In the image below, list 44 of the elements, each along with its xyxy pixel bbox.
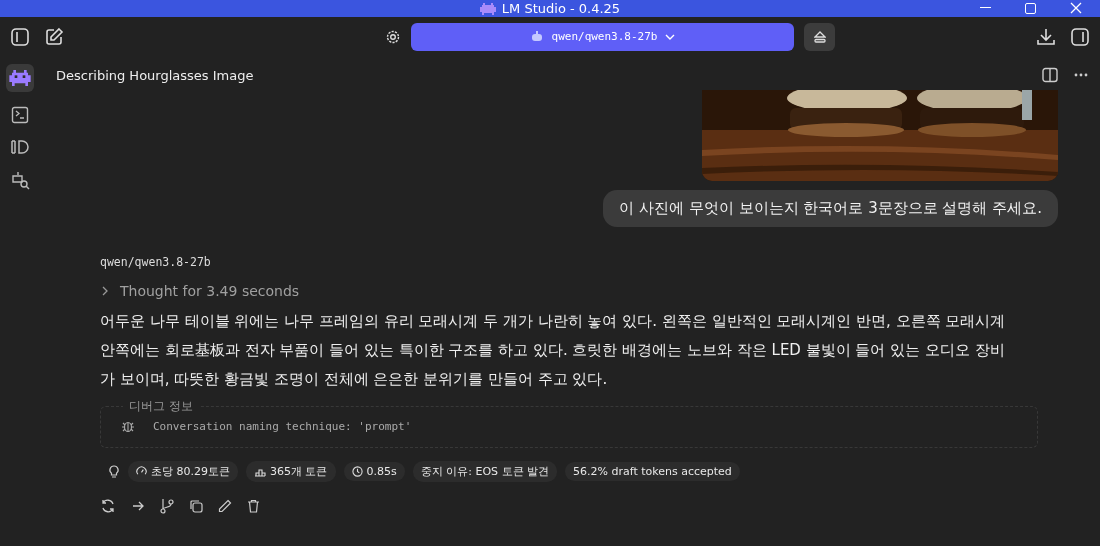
chevron-right-icon bbox=[100, 286, 110, 296]
edit-pencil-icon[interactable] bbox=[218, 499, 232, 513]
app-logo-icon bbox=[479, 3, 496, 15]
debug-legend: 디버그 정보 bbox=[123, 398, 199, 415]
model-selector[interactable]: qwen/qwen3.8-27b bbox=[411, 22, 794, 51]
stat-chip: 0.85s bbox=[343, 462, 405, 481]
chevron-down-icon bbox=[665, 32, 676, 41]
right-panel-icon[interactable] bbox=[1070, 26, 1090, 47]
settings-icon[interactable] bbox=[385, 28, 401, 45]
chat-nav-item[interactable] bbox=[6, 64, 34, 92]
stat-chip: 365개 토큰 bbox=[246, 461, 336, 482]
new-chat-icon[interactable] bbox=[44, 26, 64, 47]
eject-icon bbox=[813, 30, 826, 43]
copy-icon[interactable] bbox=[189, 499, 203, 513]
model-name: qwen/qwen3.8-27b bbox=[100, 255, 212, 269]
split-view-icon[interactable] bbox=[1042, 67, 1058, 83]
bug-icon bbox=[121, 419, 135, 433]
debug-text: Conversation naming technique: 'prompt' bbox=[153, 419, 412, 433]
window-title: LM Studio - 0.4.25 bbox=[501, 2, 621, 16]
more-icon[interactable] bbox=[1074, 73, 1088, 77]
user-message-bubble: 이 사진에 무엇이 보이는지 한국어로 3문장으로 설명해 주세요. bbox=[603, 190, 1058, 227]
eject-button[interactable] bbox=[804, 22, 835, 51]
branch-icon[interactable] bbox=[160, 498, 174, 514]
bars-icon bbox=[254, 466, 266, 477]
stat-chip: 56.2% draft tokens accepted bbox=[565, 462, 740, 481]
delete-icon[interactable] bbox=[247, 499, 260, 513]
lightbulb-icon[interactable] bbox=[108, 464, 120, 479]
robot-search-icon[interactable] bbox=[10, 170, 30, 190]
maximize-icon[interactable] bbox=[1025, 3, 1036, 14]
robot-icon bbox=[529, 30, 544, 43]
assistant-response: 어두운 나무 테이블 위에는 나무 프레임의 유리 모래시계 두 개가 나란히 놓여 있다. 왼쪽은 일반적인 모래시계인 반면, 오른쪽 모래시계 안쪽에는 회로基板과 전자 부품이 들어 있는 특이한 구조를 하고 있다. 흐릿한 배경에는 노브와 작은 LED 불빛이 들어 있는 오디오 장비가 보이며, 따뜻한 황금빛 조명이 전체에 은은한 분위기를 만들어 주고 있다. bbox=[100, 311, 1007, 390]
sidebar-toggle-icon[interactable] bbox=[10, 26, 30, 47]
gauge-icon bbox=[136, 466, 147, 477]
stat-chip: 초당 80.29토큰 bbox=[128, 461, 238, 482]
thought-toggle[interactable]: Thought for 3.49 seconds bbox=[100, 283, 300, 299]
stat-chip: 중지 이유: EOS 토큰 발견 bbox=[412, 461, 558, 482]
continue-arrow-icon[interactable] bbox=[131, 499, 145, 513]
download-icon[interactable] bbox=[1036, 26, 1056, 47]
models-icon[interactable] bbox=[10, 138, 30, 156]
chat-title: Describing Hourglasses Image bbox=[56, 67, 254, 83]
clock-icon bbox=[351, 466, 363, 477]
close-icon[interactable] bbox=[1070, 2, 1082, 14]
regenerate-icon[interactable] bbox=[100, 498, 116, 514]
terminal-icon[interactable] bbox=[11, 106, 29, 124]
